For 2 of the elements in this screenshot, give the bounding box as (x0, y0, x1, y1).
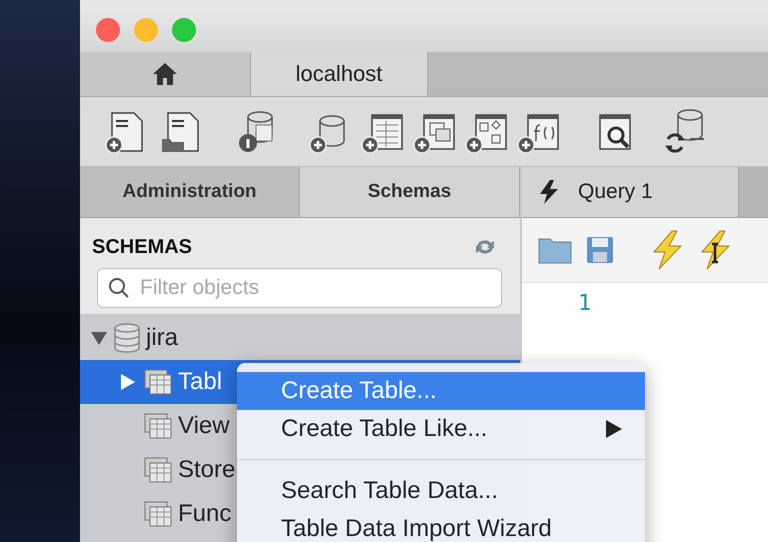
schemas-heading: SCHEMAS (92, 236, 192, 258)
line-number: 1 (577, 290, 592, 316)
